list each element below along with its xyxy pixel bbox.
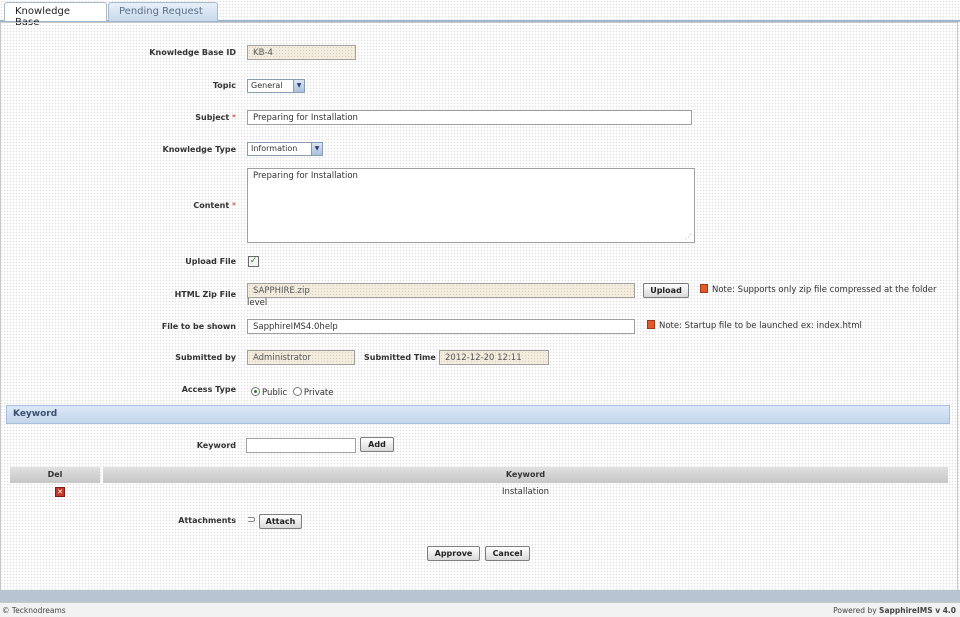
file-shown-note: Note: Startup file to be launched ex: in… bbox=[647, 320, 862, 331]
upload-button[interactable]: Upload bbox=[643, 283, 689, 298]
radio-public-circle[interactable] bbox=[251, 387, 260, 396]
subject-label-text: Subject bbox=[195, 113, 230, 122]
topic-select[interactable]: General ▼ bbox=[247, 79, 305, 93]
subject-input[interactable]: Preparing for Installation bbox=[247, 110, 692, 125]
content-frame bbox=[0, 22, 958, 602]
tab-bar: Knowledge Base Pending Request bbox=[0, 0, 960, 28]
note-icon bbox=[647, 320, 655, 329]
radio-private-circle[interactable] bbox=[292, 387, 302, 396]
table-header-keyword: Keyword bbox=[103, 467, 948, 483]
keyword-input-label: Keyword bbox=[196, 441, 236, 450]
file-shown-note-text: Note: Startup file to be launched ex: in… bbox=[659, 321, 862, 331]
submitted-time-field: 2012-12-20 12:11 bbox=[439, 350, 549, 365]
topic-select-value: General bbox=[251, 81, 283, 90]
add-keyword-button[interactable]: Add bbox=[360, 437, 394, 452]
zip-note-continued: level bbox=[247, 298, 268, 308]
radio-public[interactable]: Public bbox=[251, 387, 288, 398]
cancel-button[interactable]: Cancel bbox=[485, 546, 530, 561]
footer: © Tecknodreams Powered by SapphireIMS v … bbox=[0, 602, 960, 617]
upload-file-checkbox[interactable]: ✓ bbox=[248, 256, 259, 267]
resize-grip-icon[interactable]: ⋰ bbox=[685, 233, 692, 241]
file-shown-input[interactable]: SapphireIMS4.0help bbox=[247, 319, 635, 334]
powered-by: Powered by SapphireIMS v 4.0 bbox=[833, 606, 956, 615]
access-type-radios: Public Private bbox=[251, 387, 334, 398]
required-marker: * bbox=[232, 201, 236, 210]
bottom-band bbox=[0, 590, 960, 602]
required-marker: * bbox=[232, 113, 236, 122]
submitted-time-label: Submitted Time bbox=[364, 353, 436, 362]
radio-private-label: Private bbox=[303, 388, 334, 398]
access-type-label: Access Type bbox=[181, 385, 236, 394]
upload-file-label: Upload File bbox=[185, 257, 236, 266]
approve-button[interactable]: Approve bbox=[427, 546, 480, 561]
submitted-by-field: Administrator bbox=[247, 350, 355, 365]
keyword-section-header: Keyword bbox=[6, 405, 950, 424]
paperclip-icon: ⊃ bbox=[247, 513, 257, 526]
powered-by-brand: SapphireIMS v 4.0 bbox=[879, 606, 956, 615]
topic-label: Topic bbox=[212, 81, 236, 90]
keyword-cell: Installation bbox=[501, 487, 550, 497]
delete-icon[interactable]: ✕ bbox=[55, 487, 65, 497]
content-label-text: Content bbox=[193, 201, 230, 210]
kb-id-field: KB-4 bbox=[247, 45, 356, 60]
radio-public-label: Public bbox=[262, 388, 288, 398]
file-shown-label: File to be shown bbox=[161, 322, 236, 331]
copyright-text: © Tecknodreams bbox=[2, 606, 66, 615]
subject-label: Subject * bbox=[0, 113, 236, 122]
chevron-down-icon: ▼ bbox=[311, 143, 322, 155]
radio-private[interactable]: Private bbox=[292, 387, 334, 398]
knowledge-type-label: Knowledge Type bbox=[162, 145, 237, 154]
attachments-label: Attachments bbox=[178, 516, 236, 525]
knowledge-type-select[interactable]: Information ▼ bbox=[247, 142, 323, 156]
submitted-by-label: Submitted by bbox=[175, 353, 236, 362]
keyword-input[interactable] bbox=[246, 438, 356, 453]
tab-knowledge-base[interactable]: Knowledge Base bbox=[4, 2, 107, 28]
content-text: Preparing for Installation bbox=[253, 171, 358, 181]
html-zip-label: HTML Zip File bbox=[174, 290, 236, 299]
powered-by-prefix: Powered by bbox=[833, 606, 877, 615]
zip-note-text: Note: Supports only zip file compressed … bbox=[712, 285, 937, 295]
zip-note: Note: Supports only zip file compressed … bbox=[700, 284, 937, 295]
table-row: ✕ Installation bbox=[10, 484, 948, 501]
content-textarea[interactable]: Preparing for Installation ⋰ bbox=[247, 168, 695, 243]
content-label: Content * bbox=[0, 201, 236, 210]
chevron-down-icon: ▼ bbox=[293, 80, 304, 92]
html-zip-field[interactable]: SAPPHIRE.zip bbox=[247, 283, 635, 298]
knowledge-type-value: Information bbox=[251, 144, 298, 153]
kb-id-label: Knowledge Base ID bbox=[149, 48, 236, 57]
table-header-del: Del bbox=[10, 467, 100, 483]
attach-button[interactable]: Attach bbox=[259, 514, 302, 529]
note-icon bbox=[700, 284, 708, 293]
tab-pending-request[interactable]: Pending Request bbox=[108, 2, 218, 21]
